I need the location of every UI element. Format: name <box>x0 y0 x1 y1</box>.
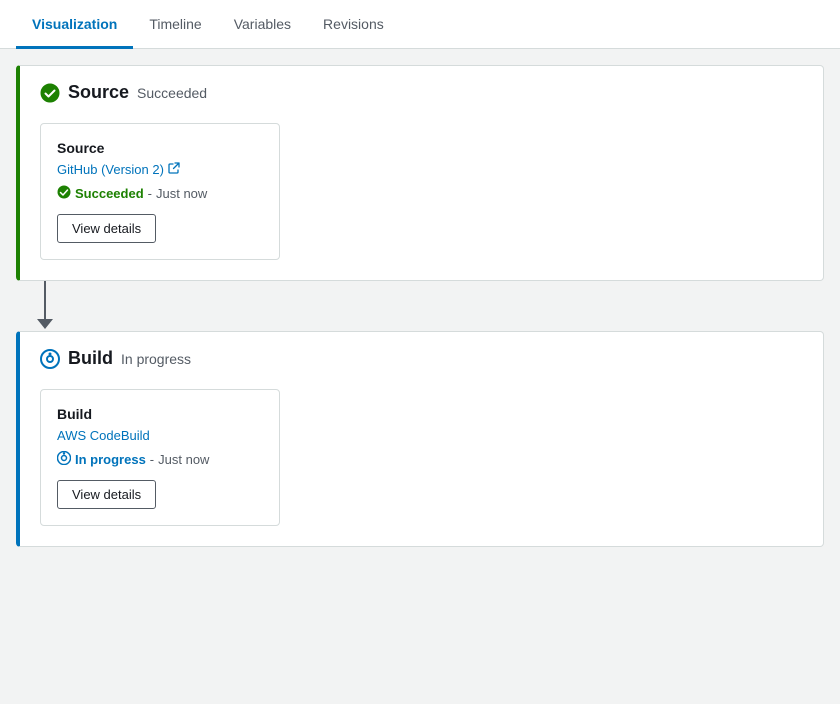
tabs-bar: Visualization Timeline Variables Revisio… <box>0 0 840 49</box>
stage-source-header: Source Succeeded <box>20 66 823 115</box>
stage-build-status: In progress <box>121 351 191 367</box>
stage-source-title: Source <box>68 82 129 103</box>
tab-revisions[interactable]: Revisions <box>307 0 400 49</box>
stage-source-wrapper: Source Succeeded Source GitHub (Version … <box>16 65 824 281</box>
build-action-status-icon <box>57 451 71 468</box>
source-status-icon <box>40 83 60 103</box>
stage-source: Source Succeeded Source GitHub (Version … <box>16 65 824 281</box>
build-action-time: Just now <box>158 452 209 467</box>
source-action-status-icon <box>57 185 71 202</box>
stage-build-title: Build <box>68 348 113 369</box>
tab-variables[interactable]: Variables <box>218 0 307 49</box>
stage-build: Build In progress Build AWS CodeBuild <box>16 331 824 547</box>
source-action-status-row: Succeeded - Just now <box>57 185 263 202</box>
stage-source-status: Succeeded <box>137 85 207 101</box>
stage-connector <box>16 281 824 331</box>
tab-timeline[interactable]: Timeline <box>133 0 217 49</box>
external-link-icon <box>168 162 180 177</box>
build-action-status-text: In progress <box>75 452 146 467</box>
stage-build-wrapper: Build In progress Build AWS CodeBuild <box>16 331 824 547</box>
main-content: Source Succeeded Source GitHub (Version … <box>0 49 840 563</box>
build-action-name: Build <box>57 406 263 422</box>
connector-line <box>44 281 46 323</box>
source-view-details-button[interactable]: View details <box>57 214 156 243</box>
source-action-status-text: Succeeded <box>75 186 144 201</box>
stage-build-header: Build In progress <box>20 332 823 381</box>
connector-arrow <box>37 319 53 329</box>
tab-visualization[interactable]: Visualization <box>16 0 133 49</box>
source-action-card: Source GitHub (Version 2) <box>40 123 280 260</box>
build-action-status-row: In progress - Just now <box>57 451 263 468</box>
build-codebuild-link[interactable]: AWS CodeBuild <box>57 428 263 443</box>
stage-build-body: Build AWS CodeBuild In progress <box>20 381 823 546</box>
build-action-card: Build AWS CodeBuild In progress <box>40 389 280 526</box>
stage-source-body: Source GitHub (Version 2) <box>20 115 823 280</box>
build-view-details-button[interactable]: View details <box>57 480 156 509</box>
source-action-time: Just now <box>156 186 207 201</box>
source-action-name: Source <box>57 140 263 156</box>
build-status-icon <box>40 349 60 369</box>
source-github-link[interactable]: GitHub (Version 2) <box>57 162 263 177</box>
